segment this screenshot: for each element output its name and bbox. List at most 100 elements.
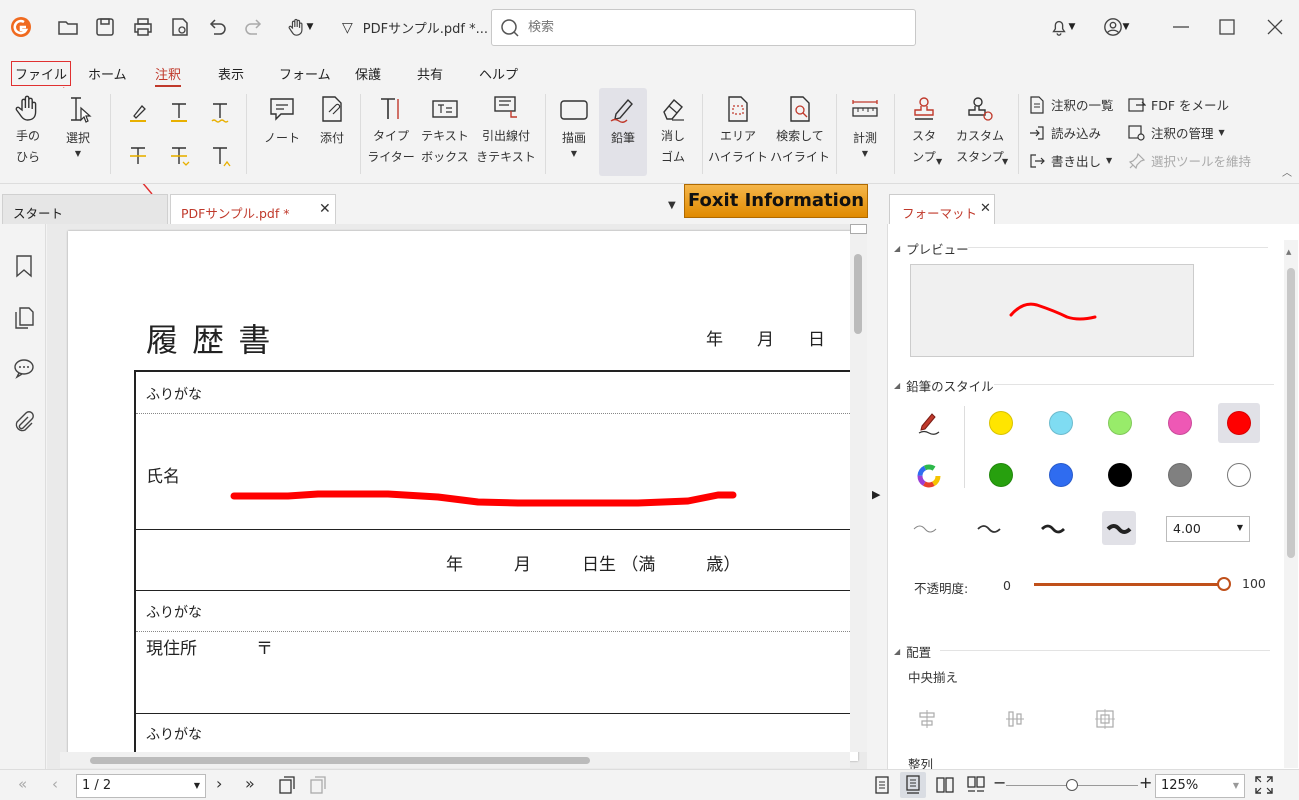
previous-page-icon[interactable]: ‹ <box>52 775 58 793</box>
facing-view-icon[interactable] <box>935 775 955 795</box>
tab-start[interactable]: スタート <box>2 194 168 224</box>
line-width-4-button[interactable] <box>1102 511 1136 545</box>
search-input[interactable] <box>528 20 908 35</box>
search-highlight-button[interactable]: 検索して ハイライト <box>770 88 830 168</box>
expand-right-panel-icon[interactable]: ▶ <box>872 488 880 501</box>
line-width-1-button[interactable] <box>908 511 942 545</box>
strikeout-text-icon[interactable] <box>126 144 150 168</box>
zoom-out-icon[interactable]: − <box>993 773 1006 792</box>
tab-protect[interactable]: 保護 <box>355 64 381 83</box>
color-swatch[interactable] <box>1108 411 1132 435</box>
attach-button[interactable]: 添付 <box>312 88 352 149</box>
align-center-both-icon[interactable] <box>1094 708 1116 730</box>
notifications-button[interactable]: ▼ <box>1040 14 1084 40</box>
scroll-up-icon[interactable]: ▲ <box>1286 248 1291 256</box>
zoom-in-icon[interactable]: + <box>1139 773 1152 792</box>
color-swatch[interactable] <box>1167 411 1192 435</box>
tab-help[interactable]: ヘルプ <box>479 64 518 83</box>
zoom-slider-knob[interactable] <box>1066 779 1078 791</box>
fullscreen-icon[interactable] <box>1254 775 1274 795</box>
maximize-button[interactable] <box>1214 14 1240 40</box>
export-button[interactable]: 書き出し ▼ <box>1028 151 1112 170</box>
open-folder-icon[interactable] <box>55 14 81 40</box>
close-tab-icon[interactable]: ✕ <box>319 201 331 217</box>
undo-icon[interactable] <box>204 14 230 40</box>
measure-button[interactable]: 計測 ▼ <box>844 88 886 159</box>
previous-view-icon[interactable] <box>277 775 297 795</box>
callout-button[interactable]: 引出線付 きテキスト <box>476 88 536 168</box>
opacity-slider-knob[interactable] <box>1217 577 1231 591</box>
save-icon[interactable] <box>92 14 118 40</box>
tab-list-dropdown-icon[interactable]: ▼ <box>668 200 676 211</box>
area-highlight-button[interactable]: エリア ハイライト <box>708 88 768 168</box>
pages-icon[interactable] <box>12 306 36 330</box>
redo-icon[interactable] <box>241 14 267 40</box>
keep-tool-selected-button[interactable]: 選択ツールを維持 <box>1128 151 1251 170</box>
color-swatch[interactable] <box>989 463 1013 487</box>
line-width-select[interactable]: 4.00 ▼ <box>1166 516 1250 542</box>
select-tool-button[interactable]: 選択 ▼ <box>58 88 98 159</box>
typewriter-button[interactable]: タイプ ライター <box>367 88 415 168</box>
close-window-button[interactable] <box>1262 14 1288 40</box>
textbox-button[interactable]: テキスト ボックス <box>418 88 472 168</box>
annotation-list-button[interactable]: 注釈の一覧 <box>1028 95 1114 114</box>
account-button[interactable]: ▼ <box>1094 14 1138 40</box>
collapse-ribbon-icon[interactable]: ︿ <box>1282 164 1292 179</box>
page-number-select[interactable]: 1 / 2 ▼ <box>76 774 206 798</box>
opacity-slider-track[interactable] <box>1034 577 1231 591</box>
horizontal-scrollbar[interactable] <box>60 752 850 768</box>
replace-text-icon[interactable] <box>167 144 191 168</box>
annotation-manage-button[interactable]: 注釈の管理 ▼ <box>1128 123 1225 142</box>
panel-scroll-thumb[interactable] <box>1287 268 1295 558</box>
import-button[interactable]: 読み込み <box>1028 123 1101 142</box>
line-width-2-button[interactable] <box>972 511 1006 545</box>
close-panel-icon[interactable]: ✕ <box>980 201 991 216</box>
hand-tool-dropdown[interactable]: ▼ <box>280 14 320 40</box>
squiggly-text-icon[interactable] <box>208 100 232 124</box>
align-center-vertical-icon[interactable] <box>1004 708 1026 730</box>
vertical-scroll-thumb[interactable] <box>854 254 862 334</box>
bookmark-icon[interactable] <box>12 254 36 278</box>
properties-icon[interactable] <box>167 14 193 40</box>
continuous-facing-view-icon[interactable] <box>966 775 986 795</box>
horizontal-scroll-thumb[interactable] <box>90 757 590 764</box>
color-swatch[interactable] <box>1048 463 1073 487</box>
highlight-text-icon[interactable] <box>126 100 150 124</box>
color-swatch[interactable] <box>1108 463 1132 487</box>
tab-home[interactable]: ホーム <box>88 64 127 83</box>
zoom-slider-track[interactable] <box>1006 779 1138 791</box>
document-dropdown[interactable]: ▽ PDFサンプル.pdf *... <box>342 18 488 38</box>
pencil-button[interactable]: 鉛筆 <box>599 88 647 176</box>
print-icon[interactable] <box>130 14 156 40</box>
color-swatch[interactable] <box>1227 411 1251 435</box>
line-width-3-button[interactable] <box>1036 511 1070 545</box>
placement-section-title[interactable]: ◢ 配置 <box>894 642 931 661</box>
document-view[interactable]: 履 歴 書 年 月 日 ふりがな 氏名 年 月 日生 （満 歳） ふりがな 現住… <box>47 224 867 769</box>
minimize-button[interactable] <box>1168 14 1194 40</box>
drawing-button[interactable]: 描画 ▼ <box>553 88 595 159</box>
next-view-icon[interactable] <box>308 775 328 795</box>
color-swatch[interactable] <box>1048 411 1073 435</box>
align-center-horizontal-icon[interactable] <box>916 708 938 730</box>
attachments-icon[interactable] <box>12 410 36 434</box>
underline-text-icon[interactable] <box>167 100 191 124</box>
foxit-information-banner[interactable]: Foxit Information <box>684 184 868 218</box>
insert-text-icon[interactable] <box>208 144 232 168</box>
tab-format[interactable]: フォーマット ✕ <box>889 194 995 226</box>
pencil-annotation-stroke[interactable] <box>218 481 738 511</box>
tab-form[interactable]: フォーム <box>279 64 331 83</box>
color-swatch[interactable] <box>1167 463 1192 487</box>
vertical-scrollbar[interactable] <box>850 224 867 752</box>
custom-stamp-button[interactable]: カスタム スタンプ ▼ <box>950 88 1010 168</box>
note-button[interactable]: ノート <box>262 88 302 149</box>
comments-icon[interactable] <box>12 356 36 380</box>
preview-section-title[interactable]: ◢ プレビュー <box>894 239 969 258</box>
first-page-icon[interactable]: « <box>18 775 27 793</box>
split-handle[interactable] <box>850 224 867 234</box>
custom-color-wheel-icon[interactable] <box>917 464 941 488</box>
pencil-style-section-title[interactable]: ◢ 鉛筆のスタイル <box>894 376 994 395</box>
stamp-button[interactable]: スタ ンプ ▼ <box>902 88 946 168</box>
tab-share[interactable]: 共有 <box>417 64 443 83</box>
tab-document[interactable]: PDFサンプル.pdf * ✕ <box>170 194 336 224</box>
last-page-icon[interactable]: » <box>245 774 255 793</box>
